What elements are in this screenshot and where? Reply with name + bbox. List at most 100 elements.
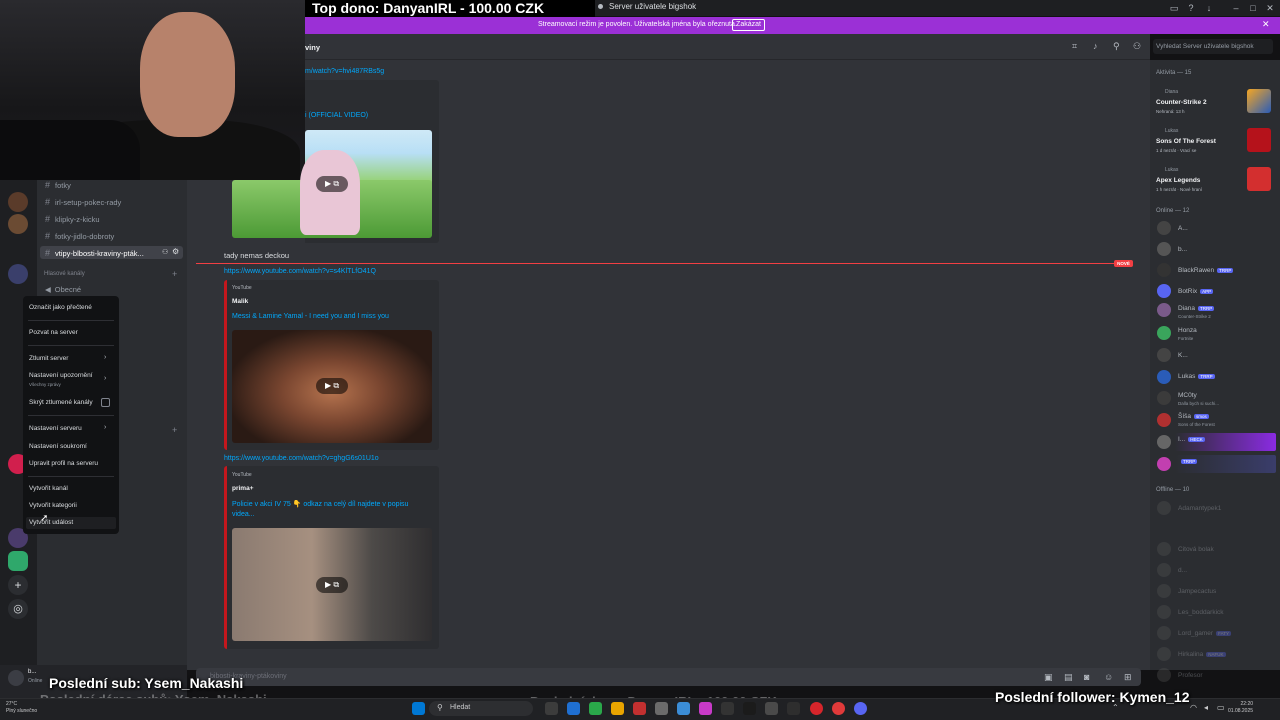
avatar[interactable] bbox=[1157, 413, 1171, 427]
hide-muted-checkbox[interactable] bbox=[101, 398, 110, 407]
avatar[interactable] bbox=[1157, 242, 1171, 256]
activity-game[interactable]: Apex Legends bbox=[1156, 177, 1200, 184]
member-name[interactable]: Lord_gamer FATY bbox=[1178, 630, 1231, 637]
avatar[interactable] bbox=[1157, 284, 1171, 298]
avatar[interactable] bbox=[1157, 348, 1171, 362]
server-icon[interactable] bbox=[8, 214, 28, 234]
menu-hide-muted[interactable]: Skrýt ztlumené kanály bbox=[29, 399, 93, 406]
menu-create-event[interactable]: Vytvořit událost bbox=[29, 519, 73, 526]
channel-item[interactable]: # klipky-z-kicku bbox=[45, 214, 100, 224]
menu-create-category[interactable]: Vytvořit kategorii bbox=[29, 502, 77, 509]
play-icon[interactable]: ▶ ⧉ bbox=[316, 577, 348, 593]
embed-title-continued[interactable]: videa... bbox=[232, 511, 255, 518]
member-name[interactable]: Adamantypek1 bbox=[1178, 505, 1221, 512]
taskbar-app-icon[interactable] bbox=[677, 702, 690, 715]
taskbar-app-icon[interactable] bbox=[699, 702, 712, 715]
start-icon[interactable] bbox=[412, 702, 425, 715]
taskbar-app-icon[interactable] bbox=[633, 702, 646, 715]
sticker-icon[interactable]: ◙ bbox=[1084, 672, 1089, 682]
taskbar-clock[interactable]: 22:20 01.08.2025 bbox=[1228, 701, 1253, 715]
server-icon[interactable] bbox=[8, 192, 28, 212]
menu-server-settings[interactable]: Nastavení serveru bbox=[29, 425, 82, 432]
avatar[interactable] bbox=[1157, 563, 1171, 577]
menu-mark-read[interactable]: Označit jako přečtené bbox=[29, 304, 92, 311]
voice-channel-item[interactable]: ◀ Obecné bbox=[45, 285, 81, 294]
download-icon[interactable]: ↓ bbox=[1203, 2, 1215, 14]
avatar[interactable] bbox=[1157, 303, 1171, 317]
avatar[interactable] bbox=[1157, 457, 1171, 471]
member-name[interactable]: d... bbox=[1178, 567, 1187, 574]
menu-invite[interactable]: Pozvat na server bbox=[29, 329, 78, 336]
avatar[interactable] bbox=[1157, 435, 1171, 449]
discover-icon[interactable]: ◎ bbox=[8, 599, 28, 619]
embed-author[interactable]: Malik bbox=[232, 298, 248, 305]
volume-icon[interactable]: ◂ bbox=[1204, 703, 1208, 712]
inbox-icon[interactable]: ▭ bbox=[1168, 2, 1180, 14]
menu-mute-server[interactable]: Ztlumit server bbox=[29, 355, 68, 362]
wifi-icon[interactable]: ◠ bbox=[1190, 703, 1197, 712]
taskbar-app-icon[interactable] bbox=[721, 702, 734, 715]
bell-icon[interactable]: ♪ bbox=[1093, 41, 1098, 51]
voice-category-header[interactable]: Hlasové kanály bbox=[44, 271, 85, 277]
folder-icon[interactable] bbox=[611, 702, 624, 715]
embed-title[interactable]: i (OFFICIAL VIDEO) bbox=[305, 112, 368, 119]
server-icon[interactable] bbox=[8, 264, 28, 284]
play-icon[interactable]: ▶ ⧉ bbox=[316, 176, 348, 192]
member-name[interactable]: TRRP bbox=[1178, 458, 1198, 465]
menu-edit-profile[interactable]: Upravit profil na serveru bbox=[29, 460, 98, 467]
message-input[interactable] bbox=[196, 668, 1141, 686]
activity-game[interactable]: Counter-Strike 2 bbox=[1156, 99, 1207, 106]
taskbar-app-icon[interactable] bbox=[765, 702, 778, 715]
avatar[interactable] bbox=[1157, 263, 1171, 277]
message-link[interactable]: m/watch?v=hvi487RBs5g bbox=[305, 68, 384, 75]
taskbar-app-icon[interactable] bbox=[589, 702, 602, 715]
avatar[interactable] bbox=[1157, 221, 1171, 235]
maximize-icon[interactable]: □ bbox=[1247, 2, 1259, 14]
avatar[interactable] bbox=[1157, 542, 1171, 556]
member-name[interactable]: Jampecactus bbox=[1178, 588, 1216, 595]
taskbar-app-icon[interactable] bbox=[567, 702, 580, 715]
member-name[interactable]: Diana TRRP bbox=[1178, 305, 1215, 312]
disable-streamer-mode-button[interactable]: Zakázat bbox=[732, 19, 765, 31]
activity-game[interactable]: Sons Of The Forest bbox=[1156, 138, 1216, 145]
avatar[interactable] bbox=[1157, 326, 1171, 340]
avatar[interactable] bbox=[1157, 391, 1171, 405]
member-name[interactable]: Citová bolak bbox=[1178, 546, 1214, 553]
add-channel-icon[interactable]: + bbox=[172, 269, 177, 279]
member-name[interactable]: Hirkalina NAFUK bbox=[1178, 651, 1226, 658]
message-link[interactable]: https://www.youtube.com/watch?v=ghgG6s01… bbox=[224, 455, 379, 462]
discord-icon[interactable] bbox=[854, 702, 867, 715]
add-server-icon[interactable]: + bbox=[8, 575, 28, 595]
channel-item[interactable]: # fotky-jidlo-dobroty bbox=[45, 231, 114, 241]
menu-create-channel[interactable]: Vytvořit kanál bbox=[29, 485, 68, 492]
task-view-icon[interactable] bbox=[545, 702, 558, 715]
avatar[interactable] bbox=[1157, 626, 1171, 640]
avatar[interactable] bbox=[1157, 647, 1171, 661]
apps-icon[interactable]: ⊞ bbox=[1124, 672, 1132, 683]
play-icon[interactable]: ▶ ⧉ bbox=[316, 378, 348, 394]
add-channel-icon[interactable]: + bbox=[172, 425, 177, 435]
taskbar-app-icon[interactable] bbox=[832, 702, 845, 715]
member-name[interactable]: b... bbox=[1178, 246, 1187, 253]
channel-item-active[interactable]: # vtipy-blbosti-kraviny-pták... bbox=[45, 248, 144, 258]
message-link[interactable]: https://www.youtube.com/watch?v=s4KlTLfO… bbox=[224, 268, 376, 275]
taskbar-app-icon[interactable] bbox=[787, 702, 800, 715]
weather-widget[interactable]: 27°C Plný slunečno bbox=[6, 701, 37, 715]
member-name[interactable]: Honza bbox=[1178, 327, 1197, 334]
help-icon[interactable]: ? bbox=[1185, 2, 1197, 14]
member-name[interactable]: BotRix APP bbox=[1178, 288, 1214, 295]
embed-title[interactable]: Policie v akci IV 75 👇 odkaz na celý díl… bbox=[232, 500, 408, 508]
avatar[interactable] bbox=[1157, 605, 1171, 619]
add-member-icon[interactable]: ⚇ bbox=[162, 248, 168, 256]
avatar[interactable] bbox=[1157, 501, 1171, 515]
close-window-icon[interactable]: ✕ bbox=[1264, 2, 1276, 14]
embed-author[interactable]: prima+ bbox=[232, 485, 254, 492]
member-name[interactable]: K... bbox=[1178, 352, 1188, 359]
taskbar-app-icon[interactable] bbox=[655, 702, 668, 715]
battery-icon[interactable]: ▭ bbox=[1217, 703, 1225, 712]
member-name[interactable]: Lukas TRRP bbox=[1178, 373, 1215, 380]
member-name[interactable]: Les_boddarkick bbox=[1178, 609, 1224, 616]
pin-icon[interactable]: ⚲ bbox=[1113, 41, 1120, 52]
members-icon[interactable]: ⚇ bbox=[1133, 41, 1141, 52]
minimize-icon[interactable]: – bbox=[1230, 2, 1242, 14]
